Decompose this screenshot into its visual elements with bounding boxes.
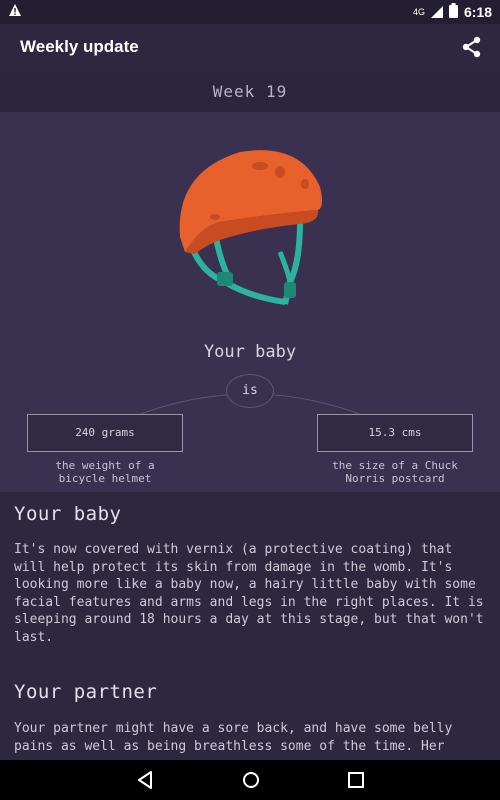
clock: 6:18 bbox=[463, 4, 492, 20]
weight-caption: the weight of a bicycle helmet bbox=[15, 459, 195, 485]
app-title: Weekly update bbox=[20, 37, 139, 56]
warning-icon bbox=[8, 3, 22, 20]
home-icon[interactable] bbox=[241, 770, 261, 794]
weight-value-box: 240 grams bbox=[27, 414, 183, 452]
section-body-your-partner: Your partner might have a sore back, and… bbox=[14, 721, 453, 754]
hero-card: Your baby is 240 grams 15.3 cms the weig… bbox=[0, 112, 500, 492]
week-label: Week 19 bbox=[0, 72, 500, 112]
signal-icon bbox=[430, 4, 443, 21]
network-type: 4G bbox=[412, 7, 425, 17]
back-icon[interactable] bbox=[136, 770, 154, 794]
size-caption: the size of a Chuck Norris postcard bbox=[305, 459, 485, 485]
section-body-your-baby: It's now covered with vernix (a protecti… bbox=[14, 542, 484, 645]
size-value-box: 15.3 cms bbox=[317, 414, 473, 452]
connector-is: is bbox=[226, 374, 274, 408]
share-icon[interactable] bbox=[462, 36, 482, 62]
recents-icon[interactable] bbox=[347, 770, 365, 794]
content-area[interactable]: Your baby It's now covered with vernix (… bbox=[0, 492, 500, 760]
weight-caption-line2: bicycle helmet bbox=[58, 472, 152, 485]
bicycle-helmet-illustration bbox=[160, 142, 330, 321]
weight-caption-line1: the weight of a bbox=[55, 459, 155, 472]
status-bar: 4G 6:18 bbox=[0, 0, 500, 24]
section-title-your-baby: Your baby bbox=[14, 503, 122, 525]
size-caption-line1: the size of a Chuck bbox=[332, 459, 458, 472]
battery-icon bbox=[448, 3, 458, 21]
hero-heading: Your baby bbox=[203, 342, 297, 362]
navigation-bar bbox=[0, 760, 500, 800]
app-bar: Weekly update bbox=[0, 24, 500, 72]
size-caption-line2: Norris postcard bbox=[345, 472, 445, 485]
section-title-your-partner: Your partner bbox=[14, 681, 158, 703]
